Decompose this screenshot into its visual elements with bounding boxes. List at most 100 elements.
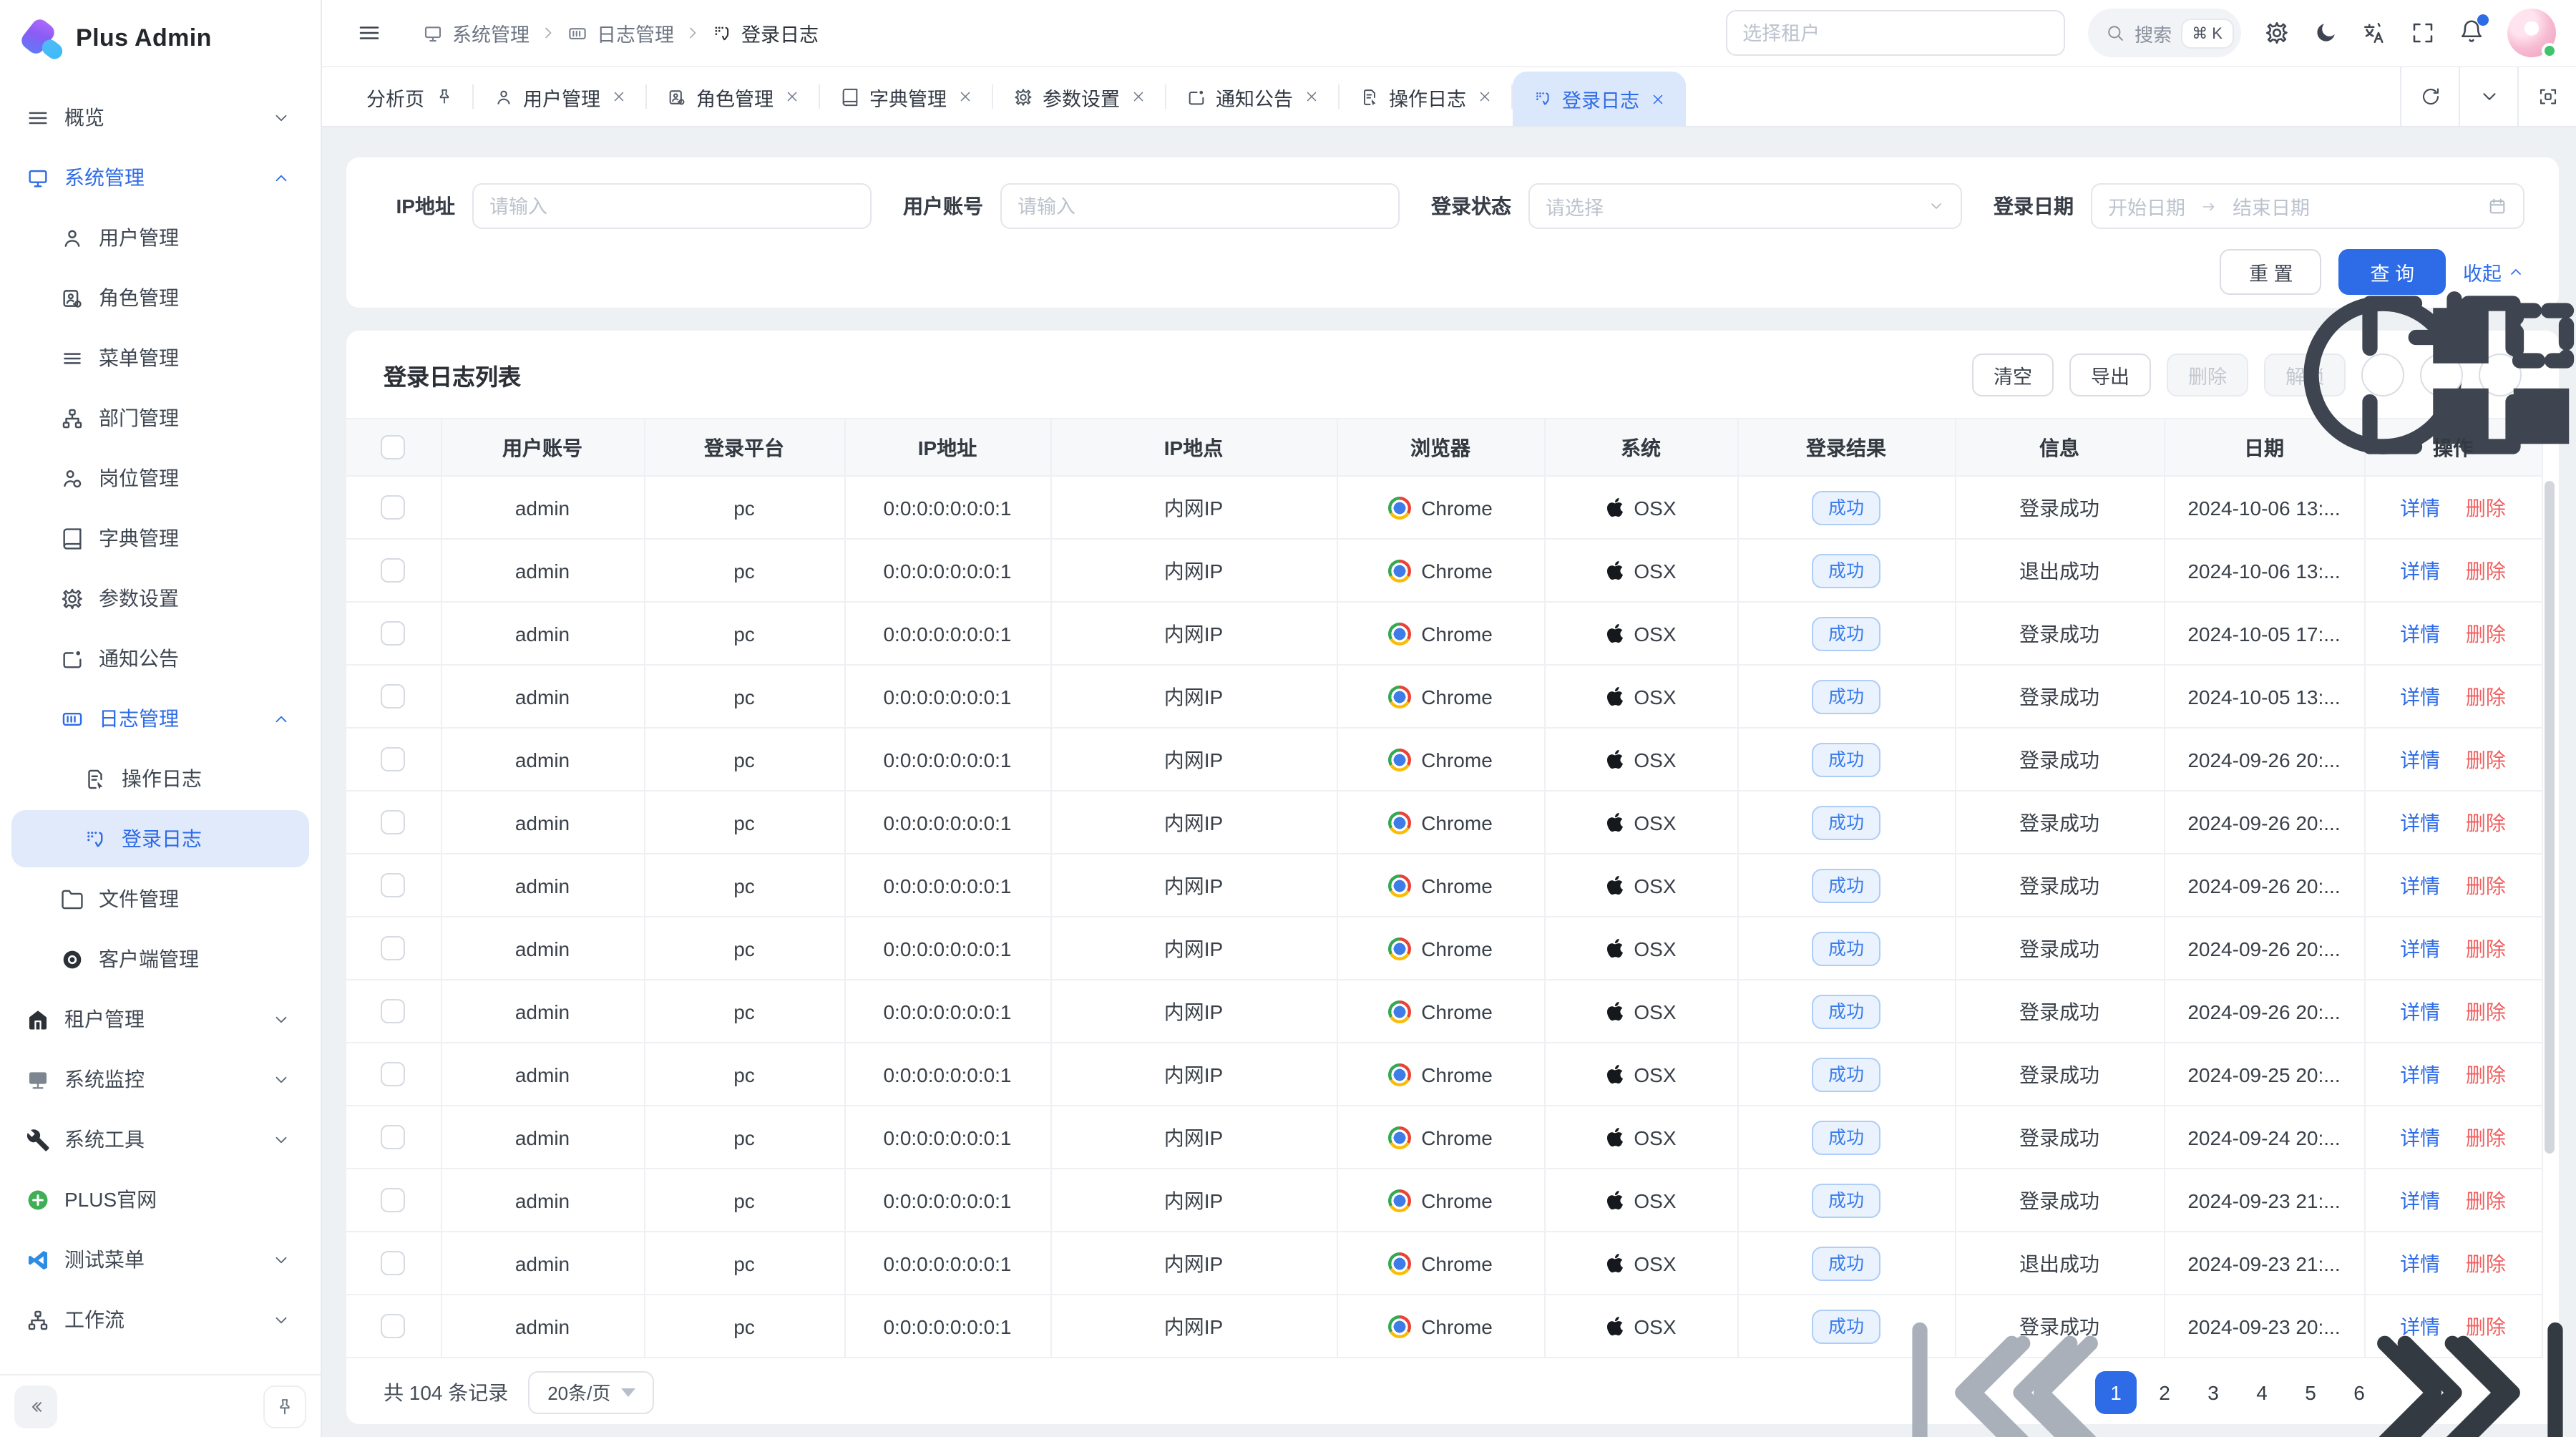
row-checkbox[interactable] bbox=[381, 559, 406, 583]
page-size-select[interactable]: 20条/页 bbox=[528, 1370, 654, 1413]
prev-page-button[interactable] bbox=[2048, 1370, 2088, 1413]
tabs-refresh-button[interactable] bbox=[2400, 67, 2459, 126]
row-checkbox[interactable] bbox=[381, 811, 406, 835]
sidebar-item-role-mgmt[interactable]: 角色管理 bbox=[11, 269, 309, 326]
tab-login-log[interactable]: 登录日志 bbox=[1512, 72, 1685, 126]
row-checkbox[interactable] bbox=[381, 937, 406, 961]
sidebar-item-notice[interactable]: 通知公告 bbox=[11, 630, 309, 687]
delete-link[interactable]: 删除 bbox=[2466, 874, 2506, 897]
sidebar-item-login-log[interactable]: 登录日志 bbox=[11, 810, 309, 867]
sidebar-item-system-tools[interactable]: 系统工具 bbox=[11, 1111, 309, 1168]
global-search-button[interactable]: 搜索 ⌘ K bbox=[2087, 9, 2241, 57]
tab-analysis[interactable]: 分析页 bbox=[346, 67, 473, 126]
tenant-select-input[interactable] bbox=[1725, 10, 2064, 56]
close-icon[interactable] bbox=[610, 89, 626, 104]
page-button-2[interactable]: 2 bbox=[2144, 1370, 2185, 1413]
close-icon[interactable] bbox=[1476, 89, 1492, 104]
dark-mode-moon-icon[interactable] bbox=[2313, 20, 2338, 46]
translate-icon[interactable] bbox=[2361, 20, 2387, 46]
delete-link[interactable]: 删除 bbox=[2466, 1000, 2506, 1023]
sidebar-item-operation-log[interactable]: 操作日志 bbox=[11, 750, 309, 807]
sidebar-item-file-mgmt[interactable]: 文件管理 bbox=[11, 870, 309, 927]
detail-link[interactable]: 详情 bbox=[2400, 622, 2440, 645]
sidebar-item-overview[interactable]: 概览 bbox=[11, 89, 309, 146]
account-filter-input[interactable] bbox=[1000, 183, 1400, 229]
row-checkbox[interactable] bbox=[381, 1126, 406, 1150]
sidebar-item-system-monitor[interactable]: 系统监控 bbox=[11, 1051, 309, 1108]
delete-link[interactable]: 删除 bbox=[2466, 748, 2506, 771]
sidebar-item-user-mgmt[interactable]: 用户管理 bbox=[11, 209, 309, 266]
sidebar-item-post-mgmt[interactable]: 岗位管理 bbox=[11, 449, 309, 507]
detail-link[interactable]: 详情 bbox=[2400, 748, 2440, 771]
tabs-menu-button[interactable] bbox=[2459, 67, 2517, 126]
page-button-1[interactable]: 1 bbox=[2095, 1370, 2137, 1413]
row-checkbox[interactable] bbox=[381, 1000, 406, 1024]
row-checkbox[interactable] bbox=[381, 1315, 406, 1339]
last-page-button[interactable] bbox=[2482, 1370, 2522, 1413]
clear-button[interactable]: 清空 bbox=[1972, 353, 2054, 396]
detail-link[interactable]: 详情 bbox=[2400, 1126, 2440, 1149]
delete-link[interactable]: 删除 bbox=[2466, 559, 2506, 582]
detail-link[interactable]: 详情 bbox=[2400, 1189, 2440, 1212]
tab-dict-mgmt[interactable]: 字典管理 bbox=[819, 67, 992, 126]
tab-operation-log[interactable]: 操作日志 bbox=[1339, 67, 1512, 126]
delete-link[interactable]: 删除 bbox=[2466, 622, 2506, 645]
delete-link[interactable]: 删除 bbox=[2466, 496, 2506, 519]
user-avatar[interactable] bbox=[2507, 9, 2556, 57]
gear-icon[interactable] bbox=[2264, 20, 2290, 46]
status-filter-select[interactable]: 请选择 bbox=[1528, 183, 1962, 229]
row-checkbox[interactable] bbox=[381, 874, 406, 898]
close-icon[interactable] bbox=[1130, 89, 1146, 104]
pin-icon[interactable] bbox=[434, 87, 453, 106]
detail-link[interactable]: 详情 bbox=[2400, 937, 2440, 960]
sidebar-item-log-mgmt[interactable]: 日志管理 bbox=[11, 690, 309, 747]
row-checkbox[interactable] bbox=[381, 685, 406, 709]
sidebar-pin-button[interactable] bbox=[263, 1385, 306, 1428]
date-range-picker[interactable]: 开始日期 结束日期 bbox=[2091, 183, 2524, 229]
close-icon[interactable] bbox=[957, 89, 972, 104]
breadcrumb-item-system[interactable]: 系统管理 bbox=[422, 19, 530, 47]
breadcrumb-item-log[interactable]: 日志管理 bbox=[567, 19, 674, 47]
sidebar-item-param-settings[interactable]: 参数设置 bbox=[11, 570, 309, 627]
row-checkbox[interactable] bbox=[381, 496, 406, 520]
row-checkbox[interactable] bbox=[381, 622, 406, 646]
content-fullscreen-button[interactable] bbox=[2517, 67, 2576, 126]
row-checkbox[interactable] bbox=[381, 1063, 406, 1087]
detail-link[interactable]: 详情 bbox=[2400, 1063, 2440, 1086]
sidebar-item-dept-mgmt[interactable]: 部门管理 bbox=[11, 389, 309, 447]
delete-link[interactable]: 删除 bbox=[2466, 1063, 2506, 1086]
tab-role-mgmt[interactable]: 角色管理 bbox=[646, 67, 819, 126]
sidebar-collapse-button[interactable] bbox=[14, 1385, 57, 1428]
close-icon[interactable] bbox=[1649, 91, 1665, 107]
sidebar-item-client-mgmt[interactable]: 客户端管理 bbox=[11, 930, 309, 988]
row-checkbox[interactable] bbox=[381, 748, 406, 772]
row-checkbox[interactable] bbox=[381, 1252, 406, 1276]
sidebar-item-test-menu[interactable]: 测试菜单 bbox=[11, 1231, 309, 1288]
delete-link[interactable]: 删除 bbox=[2466, 1252, 2506, 1275]
close-icon[interactable] bbox=[1303, 89, 1319, 104]
column-settings-button[interactable] bbox=[2479, 353, 2522, 396]
tab-user-mgmt[interactable]: 用户管理 bbox=[473, 67, 646, 126]
sidebar-item-system-mgmt[interactable]: 系统管理 bbox=[11, 149, 309, 206]
delete-link[interactable]: 删除 bbox=[2466, 937, 2506, 960]
detail-link[interactable]: 详情 bbox=[2400, 811, 2440, 834]
delete-link[interactable]: 删除 bbox=[2466, 811, 2506, 834]
fullscreen-icon[interactable] bbox=[2410, 20, 2436, 46]
tab-notice[interactable]: 通知公告 bbox=[1166, 67, 1339, 126]
delete-link[interactable]: 删除 bbox=[2466, 1189, 2506, 1212]
export-button[interactable]: 导出 bbox=[2069, 353, 2151, 396]
detail-link[interactable]: 详情 bbox=[2400, 559, 2440, 582]
close-icon[interactable] bbox=[784, 89, 799, 104]
notification-bell-button[interactable] bbox=[2459, 18, 2484, 48]
delete-link[interactable]: 删除 bbox=[2466, 1126, 2506, 1149]
sidebar-item-workflow[interactable]: 工作流 bbox=[11, 1291, 309, 1348]
detail-link[interactable]: 详情 bbox=[2400, 685, 2440, 708]
delete-link[interactable]: 删除 bbox=[2466, 685, 2506, 708]
detail-link[interactable]: 详情 bbox=[2400, 1000, 2440, 1023]
sidebar-item-tenant-mgmt[interactable]: 租户管理 bbox=[11, 990, 309, 1048]
sidebar-item-menu-mgmt[interactable]: 菜单管理 bbox=[11, 329, 309, 386]
hamburger-icon[interactable] bbox=[356, 20, 382, 46]
sidebar-item-dict-mgmt[interactable]: 字典管理 bbox=[11, 510, 309, 567]
row-checkbox[interactable] bbox=[381, 1189, 406, 1213]
table-scrollbar-thumb[interactable] bbox=[2545, 481, 2555, 1154]
